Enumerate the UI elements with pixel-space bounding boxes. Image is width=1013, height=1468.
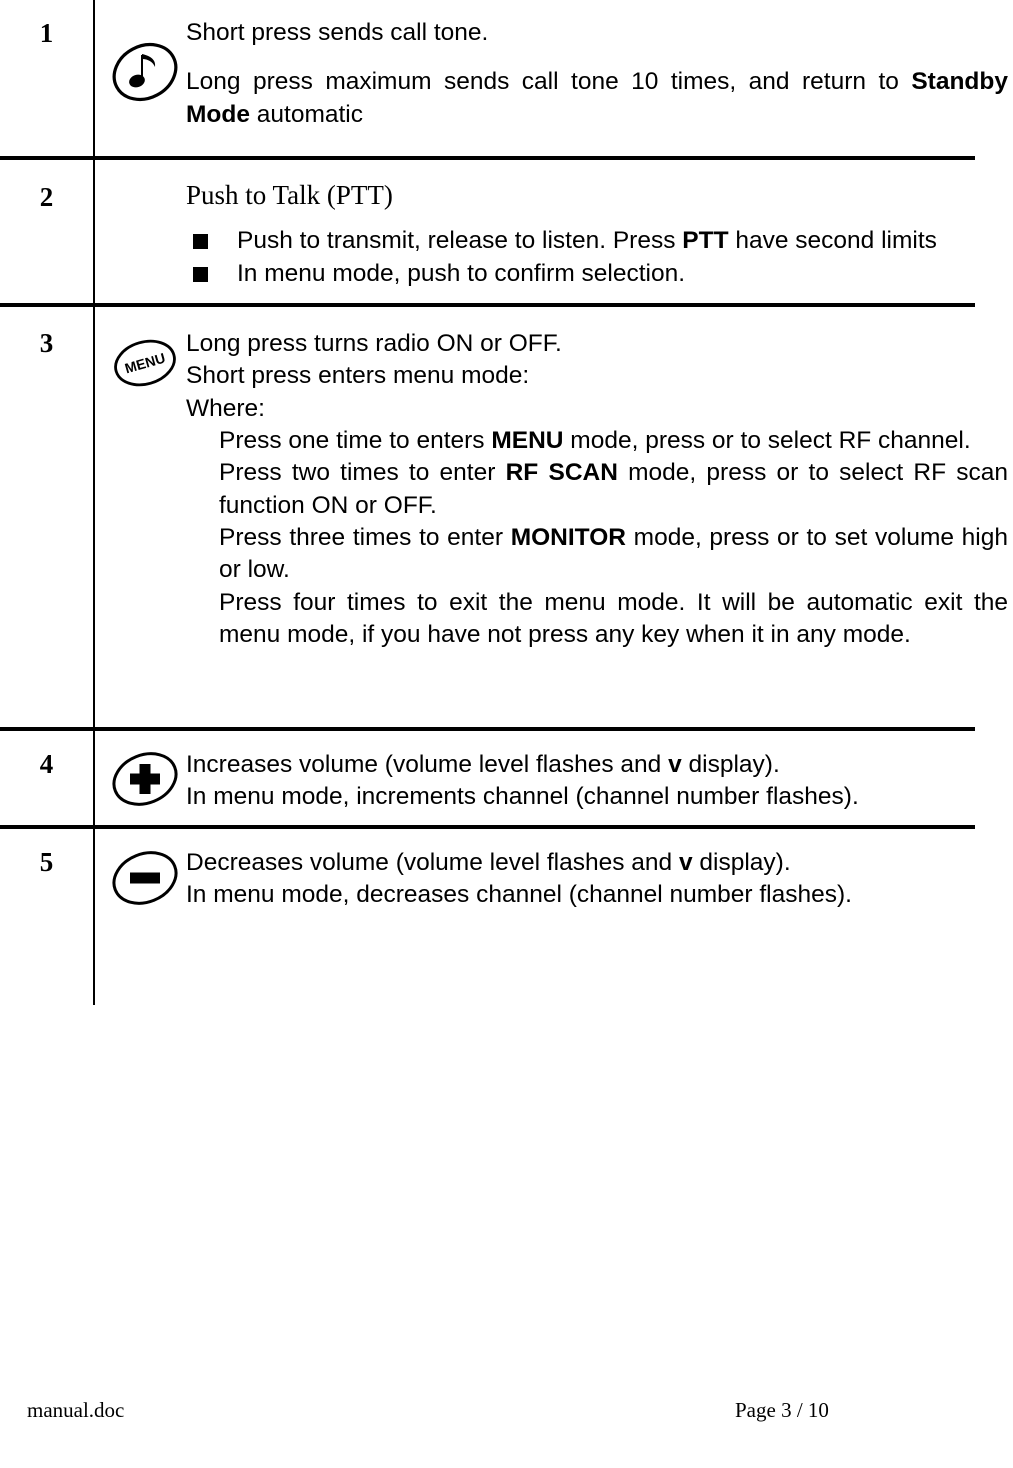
table-row: 1 Short press sends call tone. Long pres… <box>0 0 1013 156</box>
row3-step-1-suffix: mode, press or to select RF channel. <box>563 426 971 454</box>
row3-steps: Press one time to enters MENU mode, pres… <box>219 425 1008 651</box>
row3-step-1-bold: MENU <box>491 426 564 454</box>
row5-line-2: In menu mode, decreases channel (channel… <box>186 879 1013 911</box>
svg-text:MENU: MENU <box>123 350 167 377</box>
row1-paragraph: Long press maximum sends call tone 10 ti… <box>186 66 1008 131</box>
row4-line-1: Increases volume (volume level flashes a… <box>186 749 1013 781</box>
table-row: 3 MENU Long press turns radio ON or OFF.… <box>0 307 1013 727</box>
row3-line-2: Short press enters menu mode: <box>186 362 530 390</box>
music-note-key-icon <box>103 35 187 109</box>
row2-bullet-list: Push to transmit, release to listen. Pre… <box>186 224 1013 290</box>
row3-step-3-bold: MONITOR <box>510 523 626 551</box>
row2-bullet-1-bold: PTT <box>682 226 729 254</box>
footer-file-name: manual.doc <box>27 1398 125 1422</box>
row3-step-2-prefix: Press two times to enter <box>219 459 506 487</box>
row4-line-1-bold: v <box>668 751 682 778</box>
row5-line-2-prefix: In menu mode, decreases channel (channel… <box>186 881 852 909</box>
row4-line-2: In menu mode, increments channel (channe… <box>186 781 1013 813</box>
row3-step-2-bold: RF SCAN <box>505 459 618 487</box>
icon-cell <box>103 744 187 814</box>
row4-line-1-suffix: display). <box>681 751 780 778</box>
row3-step-2: Press two times to enter RF SCAN mode, p… <box>219 457 1008 522</box>
row-number: 2 <box>39 182 54 212</box>
row-content: Short press sends call tone. Long press … <box>186 17 1008 131</box>
minus-key-icon <box>103 843 187 913</box>
icon-cell: MENU <box>103 332 187 394</box>
row3-step-4: Press four times to exit the menu mode. … <box>219 587 1008 652</box>
row1-line-1: Short press sends call tone. <box>186 19 489 46</box>
row1-paragraph-suffix: automatic <box>249 100 363 128</box>
row5-line-1-bold: v <box>678 849 693 876</box>
row2-bullet-1-prefix: Push to transmit, release to listen. Pre… <box>237 226 683 254</box>
row-content: Long press turns radio ON or OFF. Short … <box>186 328 1008 651</box>
row2-bullet-1-suffix: have second limits <box>728 226 937 254</box>
row-content: Push to Talk (PTT) Push to transmit, rel… <box>186 178 1013 290</box>
row3-step-3-prefix: Press three times to enter <box>219 523 511 551</box>
list-item: Push to transmit, release to listen. Pre… <box>186 224 1013 257</box>
row3-step-3: Press three times to enter MONITOR mode,… <box>219 522 1008 587</box>
row5-line-1-prefix: Decreases volume (volume level flashes a… <box>186 849 679 876</box>
footer-page-number: Page 3 / 10 <box>735 1398 829 1422</box>
icon-cell <box>103 35 187 109</box>
row3-step-1-prefix: Press one time to enters <box>219 426 492 454</box>
document-page: 1 Short press sends call tone. Long pres… <box>0 0 1013 1468</box>
table-row: 5 Decreases volume (volume level flashes… <box>0 829 1013 1005</box>
row-content: Increases volume (volume level flashes a… <box>186 749 1013 814</box>
row3-step-1: Press one time to enters MENU mode, pres… <box>219 425 1008 457</box>
row-number: 3 <box>39 328 54 358</box>
table-row: 4 Increases volume (volume level flashes… <box>0 731 1013 825</box>
page-footer: manual.doc Page 3 / 10 <box>0 1398 1013 1438</box>
row3-line-3: Where: <box>186 394 265 422</box>
row3-line-1: Long press turns radio ON or OFF. <box>186 330 562 357</box>
list-item: In menu mode, push to confirm selection. <box>186 257 1013 290</box>
row-number: 5 <box>39 847 54 877</box>
row2-bullet-2-prefix: In menu mode, push to confirm selection. <box>237 259 686 287</box>
row2-heading: Push to Talk (PTT) <box>186 180 393 210</box>
menu-key-icon: MENU <box>103 332 187 394</box>
row1-paragraph-prefix: Long press maximum sends call tone 10 ti… <box>186 68 912 96</box>
table-row: 2 Push to Talk (PTT) Push to transmit, r… <box>0 160 1013 303</box>
row4-line-2-prefix: In menu mode, increments channel (channe… <box>186 783 859 811</box>
row4-line-1-prefix: Increases volume (volume level flashes a… <box>186 751 669 778</box>
row-number: 4 <box>39 749 54 779</box>
icon-cell <box>103 843 187 913</box>
row3-step-4-prefix: Press four times to exit the menu mode. … <box>219 588 1008 648</box>
row-number: 1 <box>39 18 54 48</box>
row5-line-1: Decreases volume (volume level flashes a… <box>186 847 1013 879</box>
row5-line-1-suffix: display). <box>692 849 791 876</box>
plus-key-icon <box>103 744 187 814</box>
row-content: Decreases volume (volume level flashes a… <box>186 847 1013 912</box>
